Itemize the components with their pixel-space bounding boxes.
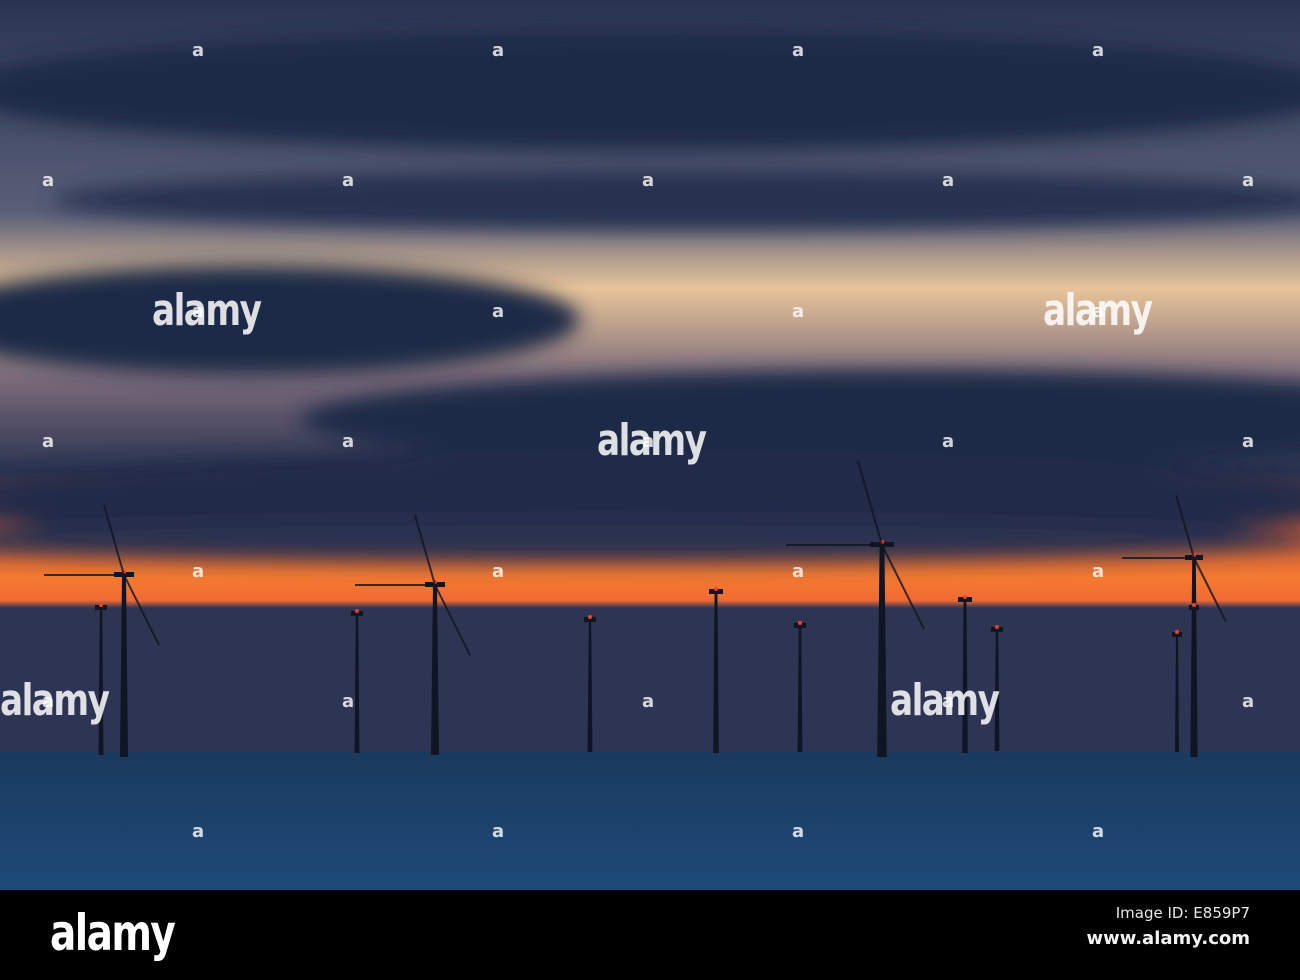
alamy-watermark-mark: a <box>192 40 205 61</box>
alamy-watermark-mark: a <box>42 431 55 452</box>
alamy-watermark-mark: a <box>942 431 955 452</box>
alamy-watermark-mark: a <box>792 821 805 842</box>
alamy-watermark-mark: a <box>792 561 805 582</box>
alamy-watermark-mark: a <box>1242 691 1255 712</box>
alamy-watermark-mark: a <box>192 301 205 322</box>
alamy-watermark: alamy <box>0 675 110 726</box>
alamy-watermark-mark: a <box>942 691 955 712</box>
alamy-watermark-mark: a <box>1092 821 1105 842</box>
alamy-url: www.alamy.com <box>1086 928 1250 949</box>
alamy-watermark-mark: a <box>792 40 805 61</box>
alamy-watermark-mark: a <box>42 170 55 191</box>
alamy-watermark-mark: a <box>492 561 505 582</box>
alamy-watermark-mark: a <box>192 821 205 842</box>
image-id: Image ID: E859P7 <box>1115 904 1250 922</box>
alamy-watermark-mark: a <box>1092 561 1105 582</box>
alamy-watermark-mark: a <box>942 170 955 191</box>
alamy-watermark-mark: a <box>492 821 505 842</box>
alamy-watermark-mark: a <box>642 431 655 452</box>
alamy-watermark-mark: a <box>342 691 355 712</box>
alamy-watermark-mark: a <box>342 431 355 452</box>
alamy-watermark-mark: a <box>792 301 805 322</box>
alamy-watermark-mark: a <box>1242 170 1255 191</box>
footer-bar: alamy Image ID: E859P7 www.alamy.com <box>0 890 1300 980</box>
alamy-watermark-mark: a <box>642 691 655 712</box>
alamy-watermark-mark: a <box>492 301 505 322</box>
alamy-watermark-mark: a <box>1242 431 1255 452</box>
alamy-watermark-mark: a <box>342 170 355 191</box>
alamy-watermark-mark: a <box>42 691 55 712</box>
alamy-watermark-mark: a <box>192 561 205 582</box>
alamy-watermark-mark: a <box>1092 301 1105 322</box>
alamy-watermark: alamy <box>152 285 262 336</box>
alamy-watermark-mark: a <box>642 170 655 191</box>
alamy-logo: alamy <box>50 904 176 962</box>
alamy-watermark-mark: a <box>492 40 505 61</box>
alamy-watermark-mark: a <box>1092 40 1105 61</box>
